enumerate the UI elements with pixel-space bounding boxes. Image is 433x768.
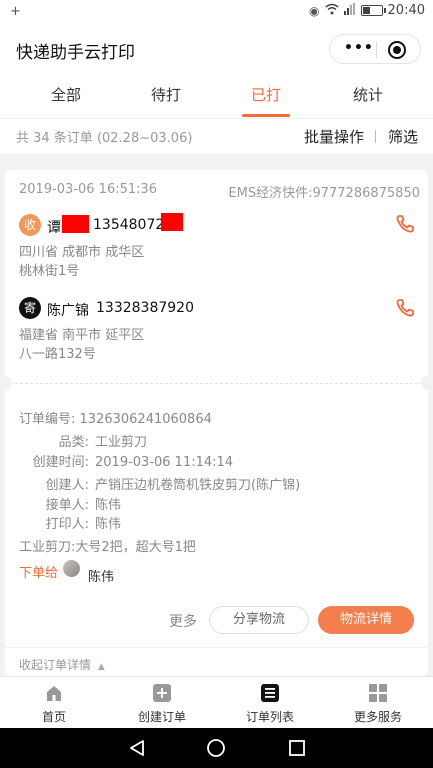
back-icon[interactable]	[127, 738, 147, 758]
chevron-up-icon: ▲	[97, 662, 105, 672]
mini-program-capsule: •••	[329, 34, 421, 64]
ems-tracking: EMS经济快件:9777286875850	[228, 186, 420, 201]
order-list-icon	[261, 684, 279, 702]
collapse-details-toggle[interactable]: 收起订单详情 ▲	[19, 656, 105, 673]
tab-pending[interactable]: 待打	[116, 72, 216, 118]
sender-phone: 13328387920	[96, 300, 194, 316]
more-menu-icon[interactable]: •••	[344, 40, 374, 56]
order-datetime: 2019-03-06 16:51:36	[19, 182, 158, 197]
nav-home[interactable]: 首页	[0, 677, 108, 729]
card-divider	[5, 383, 428, 384]
assignee-name: 陈伟	[88, 570, 115, 585]
category-value: 工业剪刀	[95, 435, 148, 450]
sender-badge: 寄	[19, 297, 41, 319]
printer-label: 打印人:	[45, 517, 89, 532]
tab-statistics[interactable]: 统计	[318, 72, 418, 118]
card-notch-left	[5, 376, 12, 390]
nav-more-services[interactable]: 更多服务	[324, 677, 432, 729]
grid-icon	[369, 684, 387, 702]
order-number-label: 订单编号:	[19, 412, 76, 427]
filter-button[interactable]: 筛选	[388, 126, 418, 147]
bottom-nav: 首页 创建订单 订单列表 更多服务	[0, 676, 433, 728]
order-number-row: 订单编号: 1326306241060864	[19, 408, 212, 427]
call-sender-icon[interactable]	[395, 298, 415, 318]
status-bar: + ◉ 20:40	[0, 0, 433, 26]
redaction-mark	[161, 213, 183, 231]
nav-label: 首页	[41, 710, 66, 724]
order-tabs: 全部 待打 已打 统计	[0, 72, 433, 118]
sender-address-line2: 八一路132号	[19, 347, 96, 362]
receiver-row: 接单人: 陈伟	[19, 494, 121, 513]
recipient-name: 谭	[47, 220, 61, 236]
call-recipient-icon[interactable]	[395, 214, 415, 234]
eye-comfort-icon: ◉	[309, 3, 320, 18]
items-row: 工业剪刀:大号2把，超大号1把	[19, 540, 196, 555]
summary-bar: 共 34 条订单 (02.28~03.06) 批量操作 筛选	[0, 118, 433, 154]
order-number: 1326306241060864	[79, 412, 212, 427]
wifi-icon	[325, 3, 339, 18]
category-row: 品类: 工业剪刀	[19, 431, 147, 450]
created-time-value: 2019-03-06 11:14:14	[95, 455, 234, 470]
share-logistics-button[interactable]: 分享物流	[209, 606, 309, 634]
redaction-mark	[62, 215, 89, 233]
tab-printed[interactable]: 已打	[216, 72, 316, 118]
order-card: 2019-03-06 16:51:36 EMS经济快件:977728687585…	[5, 170, 428, 676]
recipient-phone: 13548072	[93, 217, 165, 233]
printer-row: 打印人: 陈伟	[19, 513, 121, 532]
nav-order-list[interactable]: 订单列表	[216, 677, 324, 729]
more-button[interactable]: 更多	[169, 611, 197, 631]
tab-all[interactable]: 全部	[16, 72, 116, 118]
app-title: 快递助手云打印	[16, 43, 135, 63]
add-order-icon	[153, 684, 171, 702]
creator-row: 创建人: 产销压边机卷筒机铁皮剪刀(陈广锦)	[19, 474, 301, 493]
status-left-text: +	[10, 4, 21, 19]
sender-address-line1: 福建省 南平市 延平区	[19, 328, 145, 343]
order-count: 共 34 条订单 (02.28~03.06)	[16, 131, 193, 146]
receiver-value: 陈伟	[95, 498, 122, 513]
nav-create-order[interactable]: 创建订单	[108, 677, 216, 729]
recipient-address-line2: 桃林街1号	[19, 264, 80, 279]
recipient-badge: 收	[19, 214, 41, 236]
category-label: 品类:	[58, 435, 89, 450]
nav-label: 创建订单	[137, 710, 186, 724]
sender-name: 陈广锦	[47, 303, 89, 319]
nav-label: 更多服务	[353, 710, 402, 724]
logistics-detail-button[interactable]: 物流详情	[318, 606, 414, 634]
title-bar: 快递助手云打印 •••	[0, 26, 433, 72]
status-time: 20:40	[387, 3, 425, 18]
capsule-divider	[376, 42, 377, 58]
card-footer-divider	[5, 647, 428, 648]
created-time-label: 创建时间:	[32, 455, 89, 470]
home-icon	[47, 686, 61, 701]
home-circle-icon[interactable]	[206, 738, 226, 758]
creator-label: 创建人:	[45, 478, 89, 493]
receiver-label: 接单人:	[45, 498, 89, 513]
card-notch-right	[421, 376, 428, 390]
nav-label: 订单列表	[245, 710, 294, 724]
avatar	[63, 560, 80, 577]
close-mini-program-icon[interactable]	[388, 41, 406, 59]
creator-value: 产销压边机卷筒机铁皮剪刀(陈广锦)	[95, 478, 301, 493]
system-nav-bar	[0, 728, 433, 768]
signal-icon	[343, 3, 356, 18]
collapse-label: 收起订单详情	[19, 658, 92, 672]
bulk-action-button[interactable]: 批量操作	[304, 126, 364, 147]
assign-to-label: 下单给	[19, 566, 59, 581]
printer-value: 陈伟	[95, 517, 122, 532]
summary-divider	[375, 130, 376, 143]
recent-apps-icon[interactable]	[287, 738, 307, 758]
battery-icon	[360, 5, 386, 16]
created-time-row: 创建时间: 2019-03-06 11:14:14	[19, 451, 233, 470]
status-icons: ◉ 20:40	[309, 3, 425, 18]
recipient-address-line1: 四川省 成都市 成华区	[19, 245, 145, 260]
